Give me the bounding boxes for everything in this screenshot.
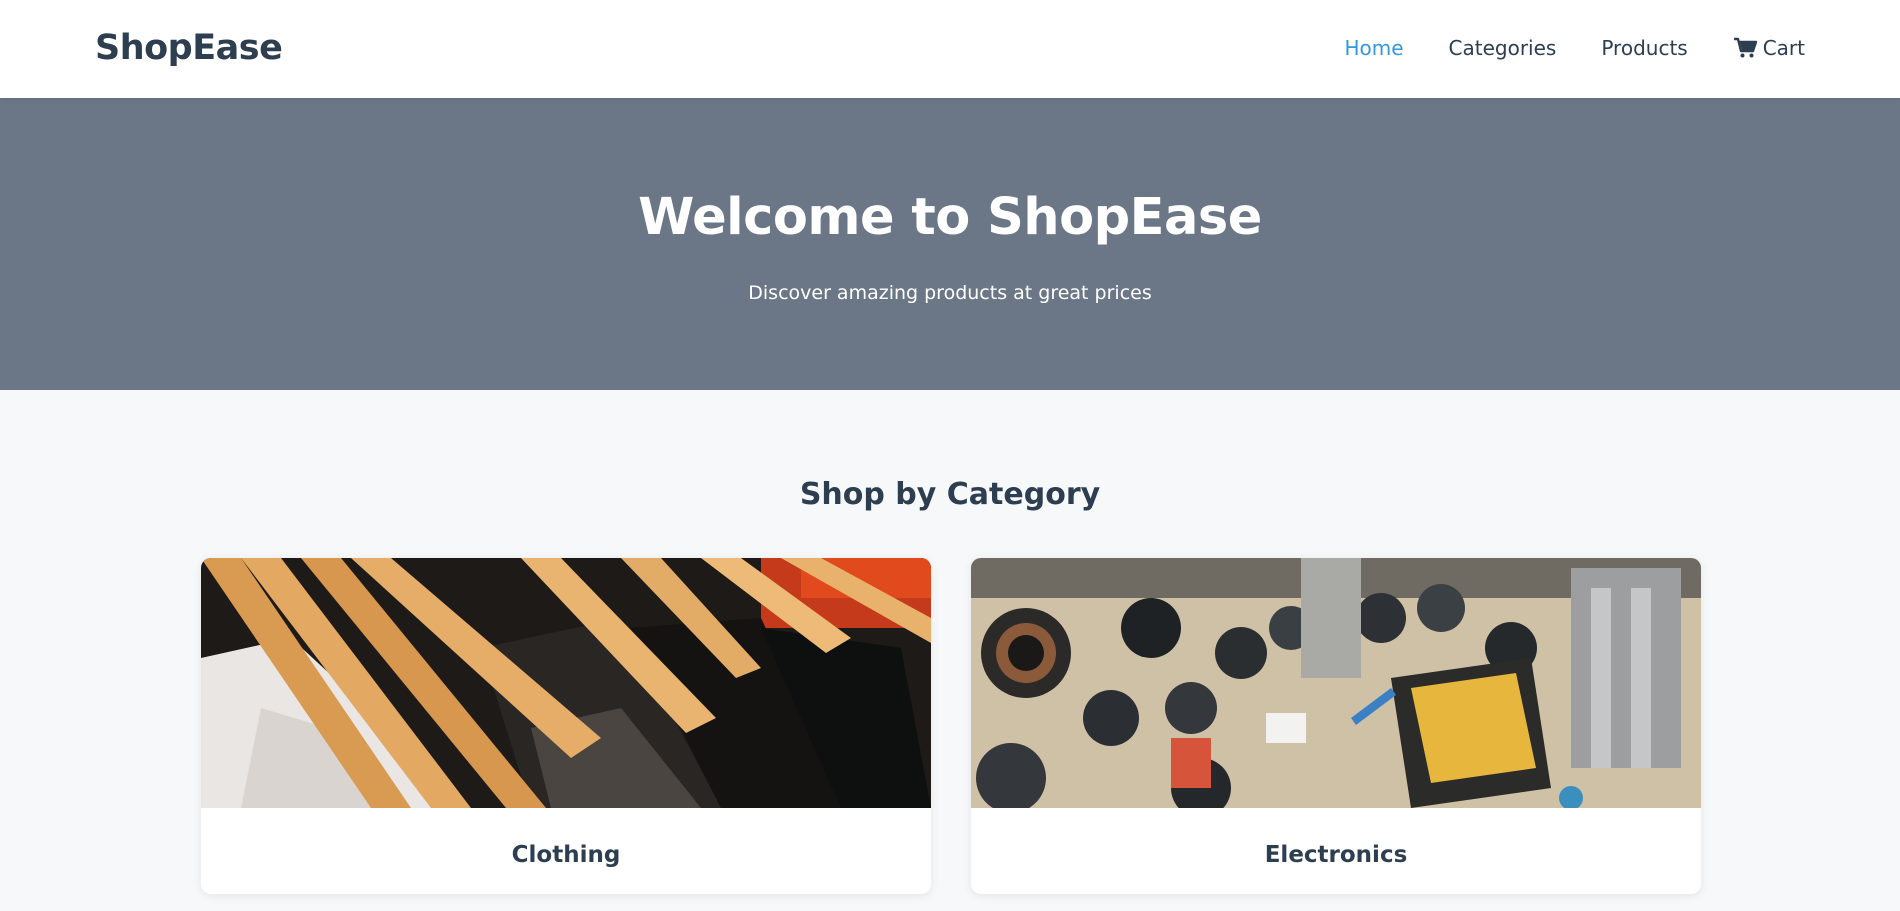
nav-products-link[interactable]: Products [1601,36,1687,60]
nav-cart-link[interactable]: Cart [1733,36,1805,60]
nav-home-link[interactable]: Home [1344,36,1403,60]
nav-categories-link[interactable]: Categories [1449,36,1557,60]
nav-cart-label: Cart [1762,36,1805,60]
logo[interactable]: ShopEase [95,28,283,68]
category-label: Clothing [511,842,621,868]
electronics-image [971,558,1701,808]
cart-icon [1733,37,1757,59]
main-nav: Home Categories Products Cart [1344,36,1805,60]
category-card-electronics[interactable]: Electronics [971,558,1701,894]
hero-subtitle: Discover amazing products at great price… [748,282,1152,304]
hero-title: Welcome to ShopEase [638,188,1262,247]
clothing-image [201,558,931,808]
section-title: Shop by Category [799,477,1101,512]
site-header: ShopEase Home Categories Products Cart [0,0,1900,98]
hero-banner: Welcome to ShopEase Discover amazing pro… [0,98,1900,390]
category-label: Electronics [1264,842,1408,868]
category-card-clothing[interactable]: Clothing [201,558,931,894]
